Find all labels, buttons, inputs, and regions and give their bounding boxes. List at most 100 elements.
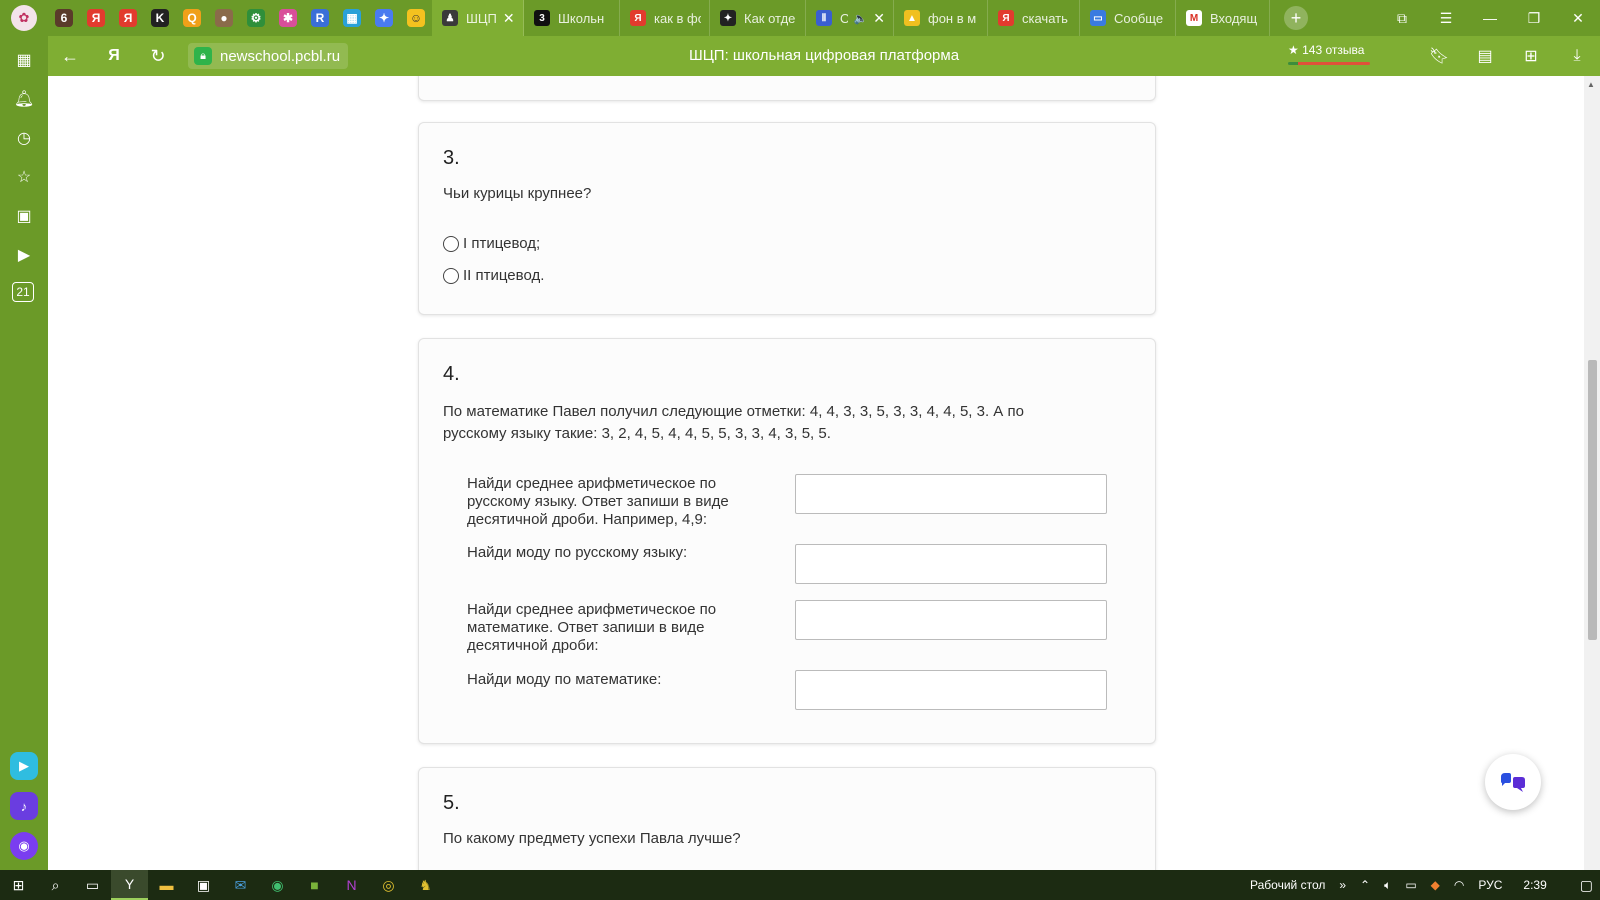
pinned-tab[interactable]: ☺ (400, 0, 432, 36)
mail-icon[interactable]: ✉ (222, 870, 259, 900)
app-icon[interactable]: ◉ (259, 870, 296, 900)
radio-option[interactable]: I птицевод; (443, 235, 540, 252)
app-icon[interactable]: ♞ (407, 870, 444, 900)
messenger-icon[interactable]: ▶ (10, 752, 38, 780)
pinned-tab[interactable]: K (144, 0, 176, 36)
pinned-tab[interactable]: ● (208, 0, 240, 36)
tab-audio[interactable]: Ⅱ Ор 🔈 ✕ (806, 0, 894, 36)
battery-icon[interactable]: ▭ (1405, 878, 1416, 892)
close-window-icon[interactable]: ✕ (1556, 0, 1600, 36)
tab-search[interactable]: Я как в фо (620, 0, 710, 36)
bell-icon[interactable]: 🔔︎ (12, 87, 36, 111)
pinned-tab[interactable]: ⚙ (240, 0, 272, 36)
minimize-icon[interactable]: — (1468, 0, 1512, 36)
tab-howto[interactable]: ✦ Как отде (710, 0, 806, 36)
tab-school[interactable]: 3 Школьн (524, 0, 620, 36)
radio-option[interactable]: II птицевод. (443, 267, 544, 284)
chrome-icon[interactable]: ◎ (370, 870, 407, 900)
clock[interactable]: 2:39 (1523, 878, 1546, 892)
desktop-toolbar-label[interactable]: Рабочий стол (1250, 878, 1325, 892)
pinned-tab[interactable]: ▦ (336, 0, 368, 36)
tray-expand-icon[interactable]: ⌃ (1360, 878, 1370, 892)
folder-icon[interactable]: ▬ (148, 870, 185, 900)
yandex-icon: Я (119, 9, 137, 27)
chat-widget-button[interactable] (1485, 754, 1541, 810)
tab-bg[interactable]: ▲ фон в м (894, 0, 988, 36)
fox-icon[interactable]: ◆ (1431, 878, 1440, 892)
z-icon: 3 (534, 10, 550, 26)
tab-inbox[interactable]: M Входящ (1176, 0, 1270, 36)
windows-taskbar: ⊞ ⌕ ▭ Y ▬ ▣ ✉ ◉ ■ N ◎ ♞ Рабочий стол » ⌃… (0, 870, 1600, 900)
question-card-5: 5. По какому предмету успехи Павла лучше… (418, 767, 1156, 870)
radio-button[interactable] (443, 235, 459, 252)
app-icon: ● (215, 9, 233, 27)
pinned-tab[interactable]: 6 (48, 0, 80, 36)
reviews-badge[interactable]: ★ 143 отзыва (1288, 43, 1370, 65)
collections-icon[interactable]: ▣ (12, 204, 36, 228)
url-field[interactable]: 🔒︎ newschool.pcbl.ru (188, 43, 349, 69)
speaker-icon[interactable]: 🔈 (854, 12, 868, 25)
answer-input[interactable] (795, 544, 1107, 584)
history-icon[interactable]: ◷ (12, 126, 36, 150)
chat-bubbles-icon (1501, 773, 1525, 792)
tab-title: Ор (840, 11, 848, 26)
pinned-tab[interactable]: ✦ (368, 0, 400, 36)
task-view-icon[interactable]: ▭ (74, 870, 111, 900)
volume-icon[interactable]: 🔈︎ (1384, 878, 1391, 893)
question-text: Чьи курицы крупнее? (443, 185, 592, 202)
yandex-browser-icon[interactable]: Y (111, 870, 148, 900)
browser-menu-logo[interactable]: ✿ (0, 0, 48, 36)
scrollbar-thumb[interactable] (1588, 360, 1597, 640)
answer-input[interactable] (795, 600, 1107, 640)
tab-title: фон в м (928, 10, 977, 26)
tab-shcp[interactable]: ♟ ШЦП ✕ (432, 0, 524, 36)
pinned-tab[interactable]: Я (112, 0, 144, 36)
yandex-home-icon[interactable]: Я (92, 36, 136, 76)
new-tab-button[interactable]: + (1284, 6, 1308, 30)
close-icon[interactable]: ✕ (503, 10, 515, 27)
sparkle-icon: ✦ (375, 9, 393, 27)
wifi-icon[interactable]: ◠ (1454, 878, 1464, 892)
pinned-tab[interactable]: R (304, 0, 336, 36)
radio-button[interactable] (443, 267, 459, 284)
field-label: Найди среднее арифметическое по русскому… (467, 475, 729, 528)
apps-grid-icon[interactable]: ▦ (12, 48, 36, 72)
translate-icon[interactable]: ⊞ (1508, 36, 1554, 76)
restore-icon[interactable]: ❐ (1512, 0, 1556, 36)
tab-strip: ✿ 6 Я Я K Q ● ⚙ ✱ R ▦ ✦ ☺ ♟ ШЦП ✕ 3 Школ… (0, 0, 1600, 36)
menu-icon[interactable]: ☰ (1424, 0, 1468, 36)
url-text: newschool.pcbl.ru (220, 47, 341, 65)
store-icon[interactable]: ▣ (185, 870, 222, 900)
music-icon[interactable]: ♪ (10, 792, 38, 820)
video-icon[interactable]: ▶ (12, 243, 36, 267)
answer-input[interactable] (795, 670, 1107, 710)
minecraft-icon[interactable]: ■ (296, 870, 333, 900)
calendar-icon[interactable]: 21 (12, 282, 34, 302)
scroll-up-icon[interactable]: ▲ (1587, 80, 1595, 89)
question-card-3: 3. Чьи курицы крупнее? I птицевод; II пт… (418, 122, 1156, 315)
back-button[interactable]: ← (48, 36, 92, 76)
yandex-icon: Я (87, 9, 105, 27)
notifications-icon[interactable]: ▢ (1580, 877, 1593, 894)
answer-input[interactable] (795, 474, 1107, 514)
tab-messages[interactable]: ▭ Сообще (1080, 0, 1176, 36)
start-icon[interactable]: ⊞ (0, 870, 37, 900)
search-icon[interactable]: ⌕ (37, 870, 74, 900)
tab-download[interactable]: Я скачать (988, 0, 1080, 36)
page-scrollbar[interactable]: ▲ (1584, 76, 1600, 870)
pinned-tab[interactable]: ✱ (272, 0, 304, 36)
toolbar-chevron[interactable]: » (1339, 878, 1346, 892)
bookmark-icon[interactable]: 🔖︎ (1416, 36, 1462, 76)
star-icon[interactable]: ☆ (12, 165, 36, 189)
language-indicator[interactable]: РУС (1478, 878, 1502, 892)
reader-icon[interactable]: ▤ (1462, 36, 1508, 76)
download-icon[interactable]: ⤓ (1554, 36, 1600, 76)
alice-icon[interactable]: ◉ (10, 832, 38, 860)
reload-button[interactable]: ↻ (136, 36, 180, 76)
lock-icon: 🔒︎ (194, 47, 212, 65)
onenote-icon[interactable]: N (333, 870, 370, 900)
tabs-manager-icon[interactable]: ⧉ (1380, 0, 1424, 36)
pinned-tab[interactable]: Я (80, 0, 112, 36)
pinned-tab[interactable]: Q (176, 0, 208, 36)
close-icon[interactable]: ✕ (873, 10, 885, 27)
